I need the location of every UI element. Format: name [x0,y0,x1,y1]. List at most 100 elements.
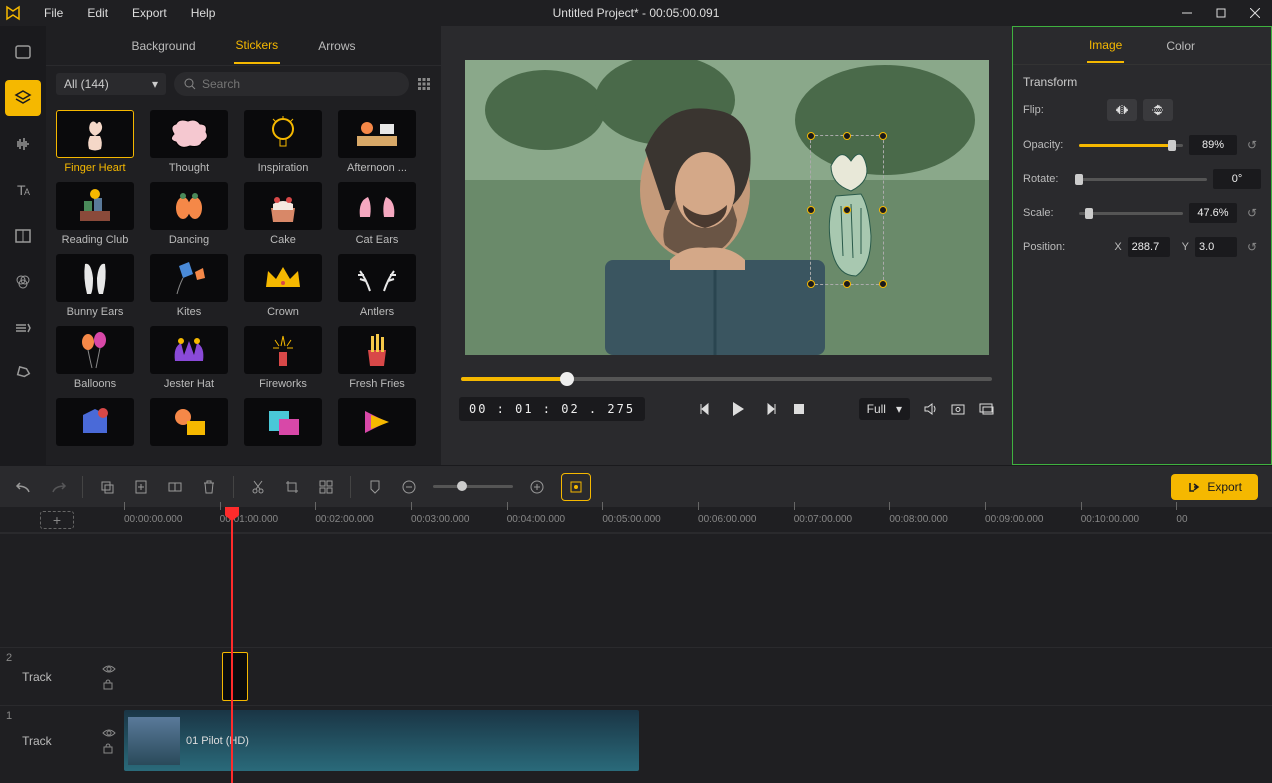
reset-icon[interactable]: ↺ [1247,240,1261,254]
sticker-item[interactable]: Crown [244,254,322,318]
category-dropdown[interactable]: All (144) ▾ [56,73,166,95]
maximize-button[interactable] [1204,0,1238,26]
sticker-item[interactable] [56,398,134,450]
sticker-item[interactable] [338,398,416,450]
menu-edit[interactable]: Edit [77,2,118,24]
scale-slider[interactable] [1079,212,1183,215]
sticker-item[interactable]: Fireworks [244,326,322,390]
sticker-label: Inspiration [244,162,322,174]
opacity-slider[interactable] [1079,144,1183,147]
sticker-item[interactable]: Balloons [56,326,134,390]
volume-icon[interactable] [922,401,938,417]
reset-icon[interactable]: ↺ [1247,206,1261,220]
lock-icon[interactable] [102,678,116,690]
delete-button[interactable] [199,477,219,497]
layers-tool[interactable] [5,80,41,116]
export-button[interactable]: Export [1171,474,1258,500]
video-clip[interactable]: 01 Pilot (HD) [124,710,639,771]
sticker-item[interactable]: Inspiration [244,110,322,174]
timeline-ruler[interactable]: + 00:00:00.00000:01:00.00000:02:00.00000… [0,507,1272,533]
grid-view-icon[interactable] [417,77,431,91]
position-x-input[interactable]: 288.7 [1128,237,1170,257]
opacity-value[interactable]: 89% [1189,135,1237,155]
quality-dropdown[interactable]: Full▾ [859,398,910,420]
tab-arrows[interactable]: Arrows [316,29,357,63]
flip-vertical-button[interactable] [1143,99,1173,121]
audio-tool[interactable] [5,126,41,162]
crop-button[interactable] [282,477,302,497]
split-tool[interactable] [5,218,41,254]
sticker-item[interactable]: Finger Heart [56,110,134,174]
timeline: + 00:00:00.00000:01:00.00000:02:00.00000… [0,507,1272,783]
rotate-value[interactable]: 0° [1213,169,1261,189]
paste-button[interactable] [131,477,151,497]
sticker-item[interactable]: Cake [244,182,322,246]
sticker-item[interactable]: Cat Ears [338,182,416,246]
track-body[interactable]: 01 Pilot (HD) [124,706,1272,775]
sticker-item[interactable]: Reading Club [56,182,134,246]
stop-button[interactable] [792,402,806,416]
snapshot-icon[interactable] [950,401,966,417]
flip-horizontal-button[interactable] [1107,99,1137,121]
lock-icon[interactable] [102,742,116,754]
search-input[interactable] [202,77,399,91]
sticker-item[interactable]: Dancing [150,182,228,246]
svg-text:A: A [24,187,30,197]
video-preview[interactable] [465,60,989,355]
properties-panel: Image Color Transform Flip: Opacity: 89%… [1012,26,1272,465]
next-frame-button[interactable] [762,401,778,417]
filter-tool[interactable] [5,264,41,300]
menu-help[interactable]: Help [181,2,226,24]
copy-button[interactable] [97,477,117,497]
tab-stickers[interactable]: Stickers [234,28,281,64]
scale-value[interactable]: 47.6% [1189,203,1237,223]
cut-button[interactable] [248,477,268,497]
menu-export[interactable]: Export [122,2,177,24]
sticker-item[interactable]: Antlers [338,254,416,318]
zoom-in-button[interactable] [527,477,547,497]
sticker-bounding-box[interactable] [810,135,884,285]
position-y-input[interactable]: 3.0 [1195,237,1237,257]
zoom-slider[interactable] [433,485,513,488]
redo-button[interactable] [48,477,68,497]
transition-tool[interactable] [5,310,41,346]
add-track-button[interactable]: + [40,511,74,529]
sticker-item[interactable] [244,398,322,450]
visibility-icon[interactable] [102,664,116,674]
media-tool[interactable] [5,34,41,70]
visibility-icon[interactable] [102,728,116,738]
undo-button[interactable] [14,477,34,497]
tab-color[interactable]: Color [1164,30,1197,62]
tag-tool[interactable] [5,356,41,392]
ruler-tick: 00:02:00.000 [315,514,411,525]
grid-button[interactable] [316,477,336,497]
sticker-clip[interactable] [222,652,248,701]
sticker-item[interactable]: Jester Hat [150,326,228,390]
sticker-item[interactable] [150,398,228,450]
zoom-out-button[interactable] [399,477,419,497]
fullscreen-icon[interactable] [978,401,994,417]
tab-image[interactable]: Image [1087,29,1124,63]
sticker-item[interactable]: Bunny Ears [56,254,134,318]
minimize-button[interactable] [1170,0,1204,26]
ruler-tick: 00:10:00.000 [1081,514,1177,525]
prev-frame-button[interactable] [698,401,714,417]
sticker-item[interactable]: Thought [150,110,228,174]
track-body[interactable] [124,648,1272,705]
sticker-item[interactable]: Fresh Fries [338,326,416,390]
playhead[interactable] [231,507,233,783]
sticker-item[interactable]: Afternoon ... [338,110,416,174]
play-button[interactable] [728,399,748,419]
marker-button[interactable] [365,477,385,497]
sticker-item[interactable]: Kites [150,254,228,318]
preview-scrubber[interactable] [451,377,1002,381]
search-box[interactable] [174,72,409,96]
export-options-button[interactable] [561,473,591,501]
menu-file[interactable]: File [34,2,73,24]
duplicate-button[interactable] [165,477,185,497]
rotate-slider[interactable] [1079,178,1207,181]
close-button[interactable] [1238,0,1272,26]
tab-background[interactable]: Background [129,29,197,63]
text-tool[interactable]: TA [5,172,41,208]
reset-icon[interactable]: ↺ [1247,138,1261,152]
